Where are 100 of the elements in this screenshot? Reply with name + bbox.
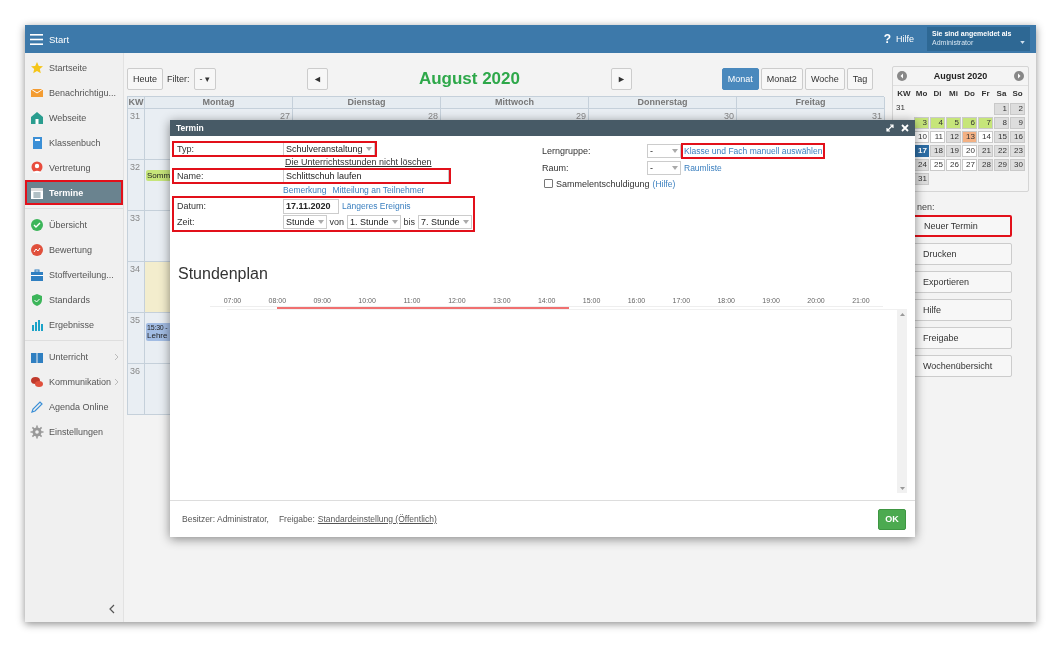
sidebar-item[interactable]: Stoffverteilung... xyxy=(25,262,123,287)
option-link[interactable]: Die Unterrichtsstunden nicht löschen xyxy=(285,157,542,168)
field-label: bis xyxy=(403,217,416,227)
previous-icon[interactable] xyxy=(897,71,907,81)
day-cell[interactable]: 21 xyxy=(978,145,993,157)
weekday-header: Mi xyxy=(948,89,959,100)
day-cell[interactable]: 23 xyxy=(1010,145,1025,157)
next-button[interactable]: ► xyxy=(610,68,632,90)
day-cell[interactable]: 13 xyxy=(962,131,977,143)
sidebar-item[interactable]: Übersicht xyxy=(25,212,123,237)
scrollbar[interactable] xyxy=(897,310,907,493)
section-heading: Stundenplan xyxy=(178,265,269,283)
sidebar-item[interactable]: Vertretung xyxy=(25,155,123,180)
checkbox[interactable] xyxy=(544,179,553,188)
day-cell[interactable]: 28 xyxy=(978,159,993,171)
day-cell[interactable]: 25 xyxy=(930,159,945,171)
day-cell[interactable]: 27 xyxy=(962,159,977,171)
link[interactable]: Klasse und Fach manuell auswählen xyxy=(683,145,824,157)
day-cell[interactable]: 18 xyxy=(930,145,945,157)
day-cell[interactable]: 19 xyxy=(946,145,961,157)
room-select[interactable]: - xyxy=(647,161,681,175)
mini-calendar-title: August 2020 xyxy=(933,71,988,81)
down-arrow-icon[interactable] xyxy=(899,487,905,490)
day-cell[interactable]: 22 xyxy=(994,145,1009,157)
day-cell[interactable]: 8 xyxy=(994,117,1009,129)
link[interactable]: Längeres Ereignis xyxy=(342,201,411,211)
caret-icon xyxy=(462,220,469,224)
view-tab[interactable]: Monat2 xyxy=(760,68,803,90)
field-label: von xyxy=(329,217,345,227)
date-field[interactable]: 17.11.2020 xyxy=(283,198,339,214)
sidebar-item[interactable]: Webseite xyxy=(25,105,123,130)
column-header: Freitag xyxy=(737,97,885,109)
help-link[interactable]: Hilfe xyxy=(896,34,914,44)
sidebar-item[interactable]: Agenda Online xyxy=(25,394,123,419)
view-tab[interactable]: Monat xyxy=(721,68,759,90)
month-title: August 2020 xyxy=(417,69,521,89)
menu-icon[interactable] xyxy=(30,33,43,45)
day-cell[interactable]: 30 xyxy=(1010,159,1025,171)
day-cell[interactable]: 15 xyxy=(994,131,1009,143)
sidebar-item[interactable]: Standards xyxy=(25,287,123,312)
group-select[interactable]: - xyxy=(647,144,681,158)
type-select[interactable]: Schulveranstaltung xyxy=(283,142,375,156)
week-number: 34 xyxy=(130,264,141,274)
day-number: 29 xyxy=(575,111,586,121)
link[interactable]: Bemerkung xyxy=(283,184,327,195)
day-cell[interactable]: 29 xyxy=(994,159,1009,171)
day-cell[interactable]: 5 xyxy=(946,117,961,129)
next-icon[interactable] xyxy=(1014,71,1024,81)
day-cell[interactable]: 6 xyxy=(962,117,977,129)
up-arrow-icon[interactable] xyxy=(899,313,905,316)
day-cell[interactable]: 9 xyxy=(1010,117,1025,129)
view-tab[interactable]: Tag xyxy=(846,68,874,90)
view-tab[interactable]: Woche xyxy=(804,68,845,90)
day-cell[interactable]: 11 xyxy=(930,131,945,143)
name-field[interactable]: Schlittschuh laufen xyxy=(283,168,449,184)
link[interactable]: Raumliste xyxy=(683,162,723,174)
sidebar-item[interactable]: Benachrichtigu... xyxy=(25,80,123,105)
mode-select[interactable]: Stunde xyxy=(283,215,327,229)
calendar-icon xyxy=(30,185,44,200)
sidebar-item[interactable]: Klassenbuch xyxy=(25,130,123,155)
shield-icon xyxy=(30,292,44,307)
close-icon[interactable] xyxy=(901,124,909,132)
check-icon xyxy=(30,217,44,232)
sidebar-item[interactable]: Startseite xyxy=(25,55,123,80)
day-number: 30 xyxy=(723,111,734,121)
sidebar-item[interactable]: Unterricht xyxy=(25,344,123,369)
link[interactable]: (Hilfe) xyxy=(652,178,676,189)
day-cell[interactable]: 1 xyxy=(994,103,1009,115)
link[interactable]: Mitteilung an Teilnehmer xyxy=(332,184,425,195)
day-cell[interactable]: 3 xyxy=(914,117,929,129)
day-cell[interactable]: 16 xyxy=(1010,131,1025,143)
sidebar-item[interactable]: Kommunikation xyxy=(25,369,123,394)
sidebar-item[interactable]: Termine xyxy=(25,180,123,205)
expand-icon[interactable] xyxy=(886,124,894,132)
weekday-header: Mo xyxy=(914,89,929,100)
day-cell[interactable]: 26 xyxy=(946,159,961,171)
sidebar-item[interactable]: Einstellungen xyxy=(25,419,123,444)
end-select[interactable]: 7. Stunde xyxy=(418,215,472,229)
field-label: Raum: xyxy=(542,163,570,173)
day-cell[interactable]: 12 xyxy=(946,131,961,143)
sidebar-item[interactable]: Ergebnisse xyxy=(25,312,123,337)
filter-dropdown[interactable]: - ▾ xyxy=(193,68,217,90)
day-cell[interactable]: 14 xyxy=(978,131,993,143)
field-label: Zeit: xyxy=(176,217,196,227)
pen-icon xyxy=(30,399,44,414)
chart-circle-icon xyxy=(30,242,44,257)
day-cell[interactable]: 4 xyxy=(930,117,945,129)
previous-button[interactable]: ◄ xyxy=(307,68,328,90)
day-cell[interactable]: 7 xyxy=(978,117,993,129)
sidebar-item[interactable]: Bewertung xyxy=(25,237,123,262)
link[interactable]: Standardeinstellung (Öffentlich) xyxy=(317,514,437,524)
briefcase-icon xyxy=(30,267,44,282)
start-select[interactable]: 1. Stunde xyxy=(347,215,401,229)
day-cell[interactable]: 20 xyxy=(962,145,977,157)
field-label: Freigabe: xyxy=(278,514,315,524)
today-button[interactable]: Heute xyxy=(127,68,164,90)
collapse-icon[interactable] xyxy=(109,604,115,614)
day-cell[interactable]: 2 xyxy=(1010,103,1025,115)
weekday-header: Fr xyxy=(980,89,991,100)
help-icon[interactable]: ? xyxy=(883,32,891,46)
